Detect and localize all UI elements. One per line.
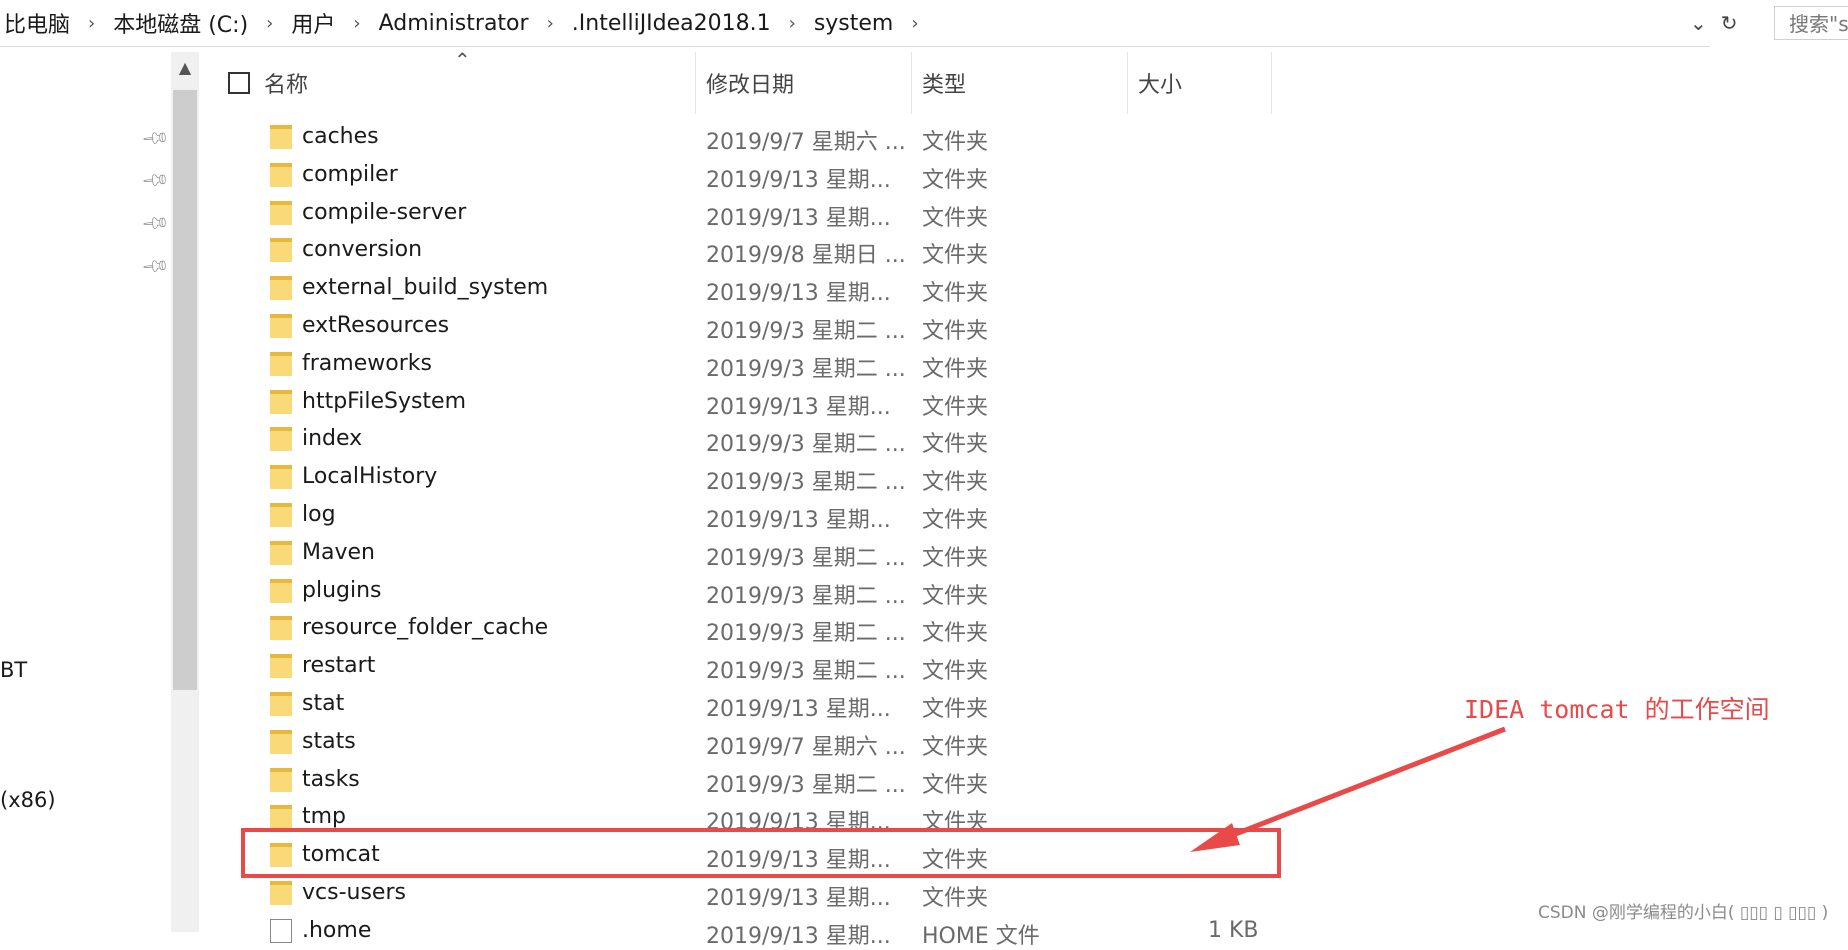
annotation-label: IDEA tomcat 的工作空间 [1464, 695, 1770, 724]
watermark: CSDN @刚学编程的小白( ▯▯▯ ▯ ▯▯▯ ) [1538, 903, 1829, 923]
annotation-arrow-icon [1190, 726, 1506, 852]
